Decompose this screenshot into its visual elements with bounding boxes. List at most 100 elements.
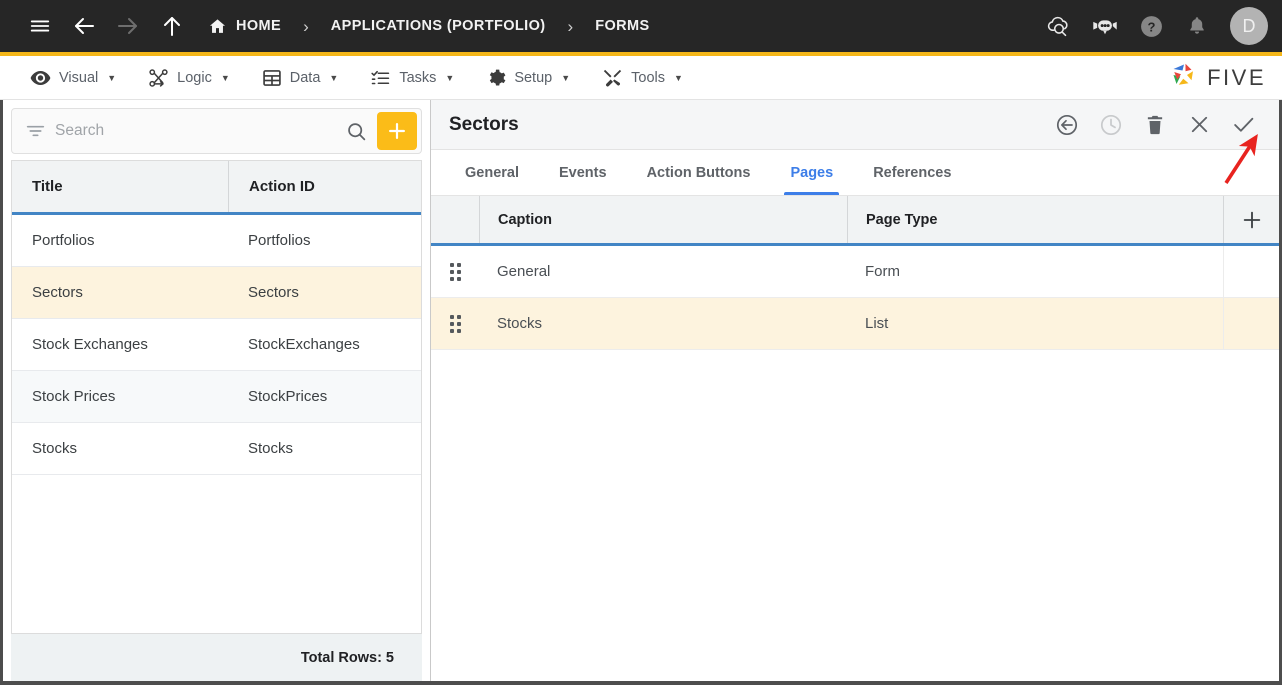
avatar[interactable]: D — [1230, 7, 1268, 45]
pages-grid-body: General Form Stocks List — [431, 246, 1279, 681]
cell-action-id: StockPrices — [248, 388, 328, 405]
tab-general[interactable]: General — [451, 150, 533, 195]
table-row[interactable]: Portfolios Portfolios — [12, 215, 421, 267]
tab-events[interactable]: Events — [545, 150, 621, 195]
cell-title: Stock Prices — [32, 388, 116, 405]
close-x-icon[interactable] — [1185, 111, 1213, 139]
page-title: Sectors — [449, 113, 519, 135]
cell-row-action[interactable] — [1223, 246, 1279, 297]
menu-item-setup[interactable]: Setup ▼ — [470, 56, 586, 100]
cell-caption: General — [497, 263, 551, 280]
detail-header: Sectors — [431, 100, 1279, 150]
column-header-title[interactable]: Title — [12, 161, 228, 212]
arrow-right-icon[interactable] — [106, 4, 150, 48]
drag-handle-icon[interactable] — [431, 246, 479, 297]
flow-nodes-icon — [148, 68, 169, 88]
breadcrumb-item-home[interactable]: HOME — [202, 17, 287, 36]
table-row[interactable]: Sectors Sectors — [12, 267, 421, 319]
tools-cross-icon — [602, 68, 623, 88]
breadcrumb-separator: › — [303, 16, 309, 36]
chevron-down-icon: ▼ — [445, 72, 455, 83]
module-menu-bar: Visual ▼ Logic ▼ Data ▼ Tasks ▼ Setup ▼ … — [0, 56, 1282, 100]
checklist-icon — [370, 68, 391, 88]
chevron-down-icon: ▼ — [674, 72, 683, 83]
arrow-up-icon[interactable] — [150, 4, 194, 48]
menu-item-label: Data — [289, 69, 321, 86]
top-nav-left-group: HOME › APPLICATIONS (PORTFOLIO) › FORMS — [18, 4, 656, 48]
search-bar — [11, 108, 422, 154]
tab-label: General — [465, 164, 519, 181]
table-row[interactable]: Stock Exchanges StockExchanges — [12, 319, 421, 371]
menu-item-tasks[interactable]: Tasks ▼ — [354, 56, 470, 100]
menu-item-label: Visual — [59, 69, 99, 86]
table-row[interactable]: General Form — [431, 246, 1279, 298]
menu-item-tools[interactable]: Tools ▼ — [586, 56, 699, 100]
menu-item-label: Logic — [177, 69, 212, 86]
detail-tabs: General Events Action Buttons Pages Refe… — [431, 150, 1279, 196]
menu-item-label: Setup — [514, 69, 553, 86]
chevron-down-icon: ▼ — [329, 72, 339, 83]
hamburger-menu-icon[interactable] — [18, 4, 62, 48]
cell-action-id: Sectors — [248, 284, 299, 301]
cell-title: Stock Exchanges — [32, 336, 148, 353]
tab-label: Action Buttons — [646, 164, 751, 181]
tab-references[interactable]: References — [859, 150, 965, 195]
help-icon[interactable]: ? — [1134, 9, 1168, 43]
arrow-left-icon[interactable] — [62, 4, 106, 48]
breadcrumb-label: FORMS — [595, 18, 650, 34]
table-row[interactable]: Stocks List — [431, 298, 1279, 350]
cell-title: Sectors — [32, 284, 83, 301]
column-header-page-type[interactable]: Page Type — [847, 196, 1223, 243]
table-row[interactable]: Stock Prices StockPrices — [12, 371, 421, 423]
column-header-action-id[interactable]: Action ID — [228, 161, 421, 212]
top-nav-right-group: ? D — [1042, 7, 1268, 45]
chevron-down-icon: ▼ — [220, 72, 230, 83]
tab-pages[interactable]: Pages — [776, 150, 847, 195]
table-row[interactable]: Stocks Stocks — [12, 423, 421, 475]
drag-handle-icon[interactable] — [431, 298, 479, 349]
five-brand-text: FIVE — [1207, 64, 1266, 90]
svg-text:?: ? — [1147, 19, 1155, 34]
five-brand-logo: FIVE — [1169, 60, 1266, 95]
breadcrumb: HOME › APPLICATIONS (PORTFOLIO) › FORMS — [202, 17, 656, 36]
history-clock-icon[interactable] — [1097, 111, 1125, 139]
forms-grid: Title Action ID Portfolios Portfolios Se… — [11, 160, 422, 633]
delete-trash-icon[interactable] — [1141, 111, 1169, 139]
total-rows-label: Total Rows: 5 — [11, 633, 422, 681]
tab-label: References — [873, 164, 952, 181]
tab-action-buttons[interactable]: Action Buttons — [633, 150, 765, 195]
cell-action-id: Stocks — [248, 440, 294, 457]
search-input[interactable] — [55, 122, 339, 140]
add-form-button[interactable] — [377, 112, 417, 150]
cell-title: Portfolios — [32, 232, 95, 249]
cell-row-action[interactable] — [1223, 298, 1279, 349]
cloud-search-icon[interactable] — [1042, 9, 1076, 43]
app-root: HOME › APPLICATIONS (PORTFOLIO) › FORMS — [0, 0, 1282, 685]
pages-grid: Caption Page Type General Form Stocks Li… — [431, 196, 1279, 681]
main-body: Title Action ID Portfolios Portfolios Se… — [0, 100, 1282, 685]
menu-item-data[interactable]: Data ▼ — [246, 56, 355, 100]
chevron-down-icon: ▼ — [107, 72, 117, 83]
menu-item-visual[interactable]: Visual ▼ — [14, 56, 132, 100]
detail-action-toolbar — [1053, 111, 1257, 139]
menu-item-logic[interactable]: Logic ▼ — [132, 56, 246, 100]
cell-page-type: Form — [865, 263, 900, 280]
cell-page-type: List — [865, 315, 889, 332]
breadcrumb-item-forms[interactable]: FORMS — [589, 18, 655, 34]
breadcrumb-item-applications[interactable]: APPLICATIONS (PORTFOLIO) — [325, 18, 552, 34]
cell-caption: Stocks — [497, 315, 543, 332]
cell-title: Stocks — [32, 440, 78, 457]
breadcrumb-label: APPLICATIONS (PORTFOLIO) — [330, 18, 546, 34]
search-icon[interactable] — [339, 114, 373, 148]
notifications-bell-icon[interactable] — [1180, 9, 1214, 43]
column-header-caption[interactable]: Caption — [479, 196, 847, 243]
menu-item-label: Tools — [631, 69, 665, 86]
save-check-icon[interactable] — [1229, 111, 1257, 139]
back-circle-icon[interactable] — [1053, 111, 1081, 139]
top-navigation-bar: HOME › APPLICATIONS (PORTFOLIO) › FORMS — [0, 0, 1282, 52]
home-icon — [208, 17, 227, 36]
chat-bot-icon[interactable] — [1088, 9, 1122, 43]
tab-label: Pages — [790, 164, 834, 181]
filter-icon[interactable] — [22, 123, 55, 139]
add-page-button[interactable] — [1223, 196, 1279, 243]
